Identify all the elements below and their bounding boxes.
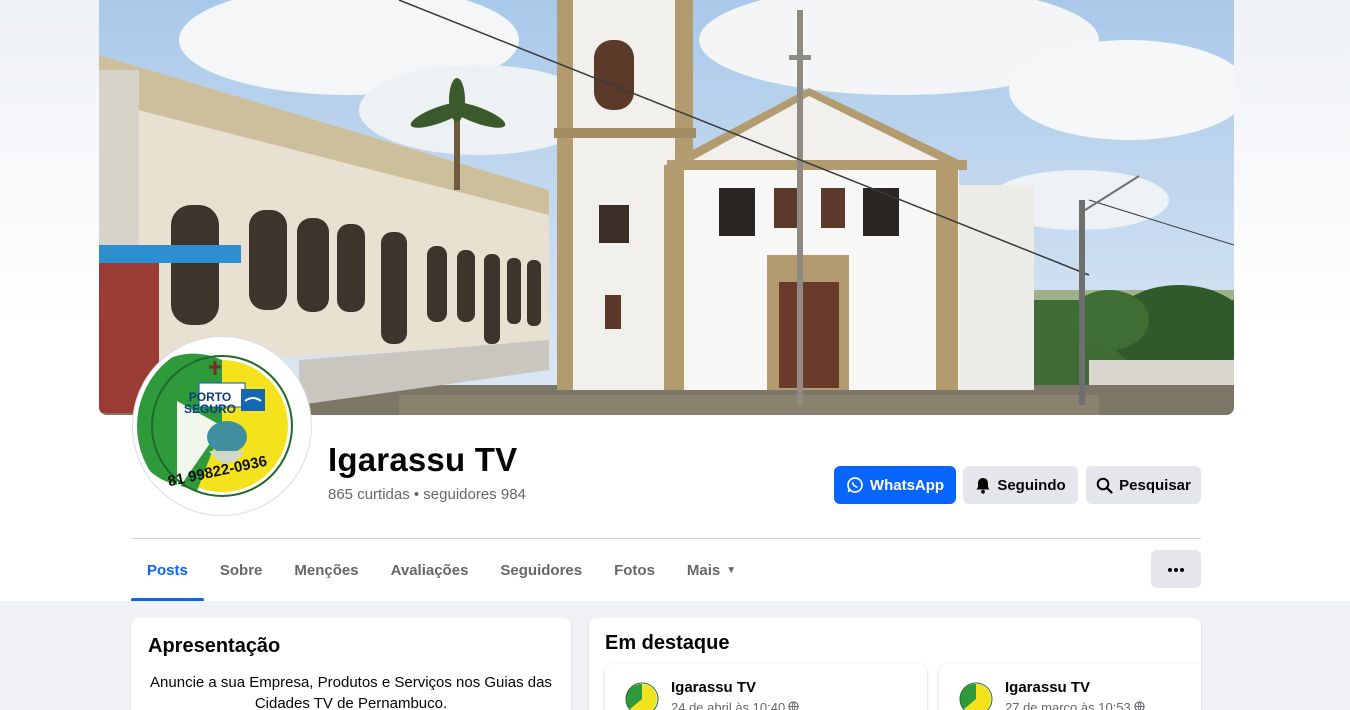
page-title: Igarassu TV <box>328 441 518 478</box>
tab-label: Seguidores <box>500 562 583 579</box>
post-date[interactable]: 27 de março às 10:53 <box>1005 700 1145 710</box>
following-button-label: Seguindo <box>997 476 1066 494</box>
intro-title: Apresentação <box>148 635 281 657</box>
tab-label: Avaliações <box>390 562 469 579</box>
tab-label: Mais <box>686 562 721 579</box>
search-button[interactable]: Pesquisar <box>1086 466 1201 504</box>
featured-post[interactable]: Igarassu TV 27 de março às 10:53 <box>939 664 1201 710</box>
intro-text: Anuncie a sua Empresa, Produtos e Serviç… <box>150 674 552 710</box>
page-tabs: Posts Sobre Menções Avaliações Seguidore… <box>131 540 752 601</box>
featured-card: Em destaque Igarassu TV 24 de abril às 1… <box>589 618 1201 710</box>
tab-seguidores[interactable]: Seguidores <box>484 540 598 601</box>
page-avatar[interactable]: PORTO SEGURO 81 99822-0936 <box>133 337 311 515</box>
porto-seguro-logo <box>137 341 307 511</box>
post-avatar[interactable] <box>956 679 996 710</box>
post-date[interactable]: 24 de abril às 10:40 <box>671 700 799 710</box>
page-stats: 865 curtidas • seguidores 984 <box>328 486 526 503</box>
bell-icon <box>975 477 991 494</box>
more-options-button[interactable] <box>1151 550 1201 588</box>
search-icon <box>1096 477 1113 494</box>
whatsapp-button[interactable]: WhatsApp <box>834 466 956 504</box>
globe-icon <box>1134 700 1145 710</box>
tab-fotos[interactable]: Fotos <box>598 540 671 601</box>
caret-down-icon: ▼ <box>726 565 737 576</box>
tab-label: Posts <box>147 562 188 579</box>
post-date-text: 24 de abril às 10:40 <box>671 700 786 710</box>
tab-mencoes[interactable]: Menções <box>278 540 374 601</box>
intro-card: Apresentação Anuncie a sua Empresa, Prod… <box>131 618 571 710</box>
whatsapp-button-label: WhatsApp <box>869 476 945 494</box>
post-author[interactable]: Igarassu TV <box>671 679 756 696</box>
header-divider <box>131 538 1201 539</box>
logo-brand-text: PORTO SEGURO <box>183 390 236 416</box>
featured-post[interactable]: Igarassu TV 24 de abril às 10:40 <box>605 664 927 710</box>
tab-label: Fotos <box>614 562 655 579</box>
tab-mais[interactable]: Mais ▼ <box>671 540 752 601</box>
globe-icon <box>788 700 799 710</box>
post-date-text: 27 de março às 10:53 <box>1005 700 1131 710</box>
tab-avaliacoes[interactable]: Avaliações <box>375 540 485 601</box>
search-button-label: Pesquisar <box>1119 476 1191 494</box>
tab-label: Sobre <box>219 562 263 579</box>
post-avatar[interactable] <box>622 679 662 710</box>
following-button[interactable]: Seguindo <box>963 466 1078 504</box>
featured-title: Em destaque <box>605 632 730 654</box>
whatsapp-icon <box>846 476 864 494</box>
tab-label: Menções <box>294 562 359 579</box>
tab-sobre[interactable]: Sobre <box>204 540 279 601</box>
post-author[interactable]: Igarassu TV <box>1005 679 1090 696</box>
more-dots-icon <box>1167 560 1185 578</box>
tab-posts[interactable]: Posts <box>131 540 204 601</box>
